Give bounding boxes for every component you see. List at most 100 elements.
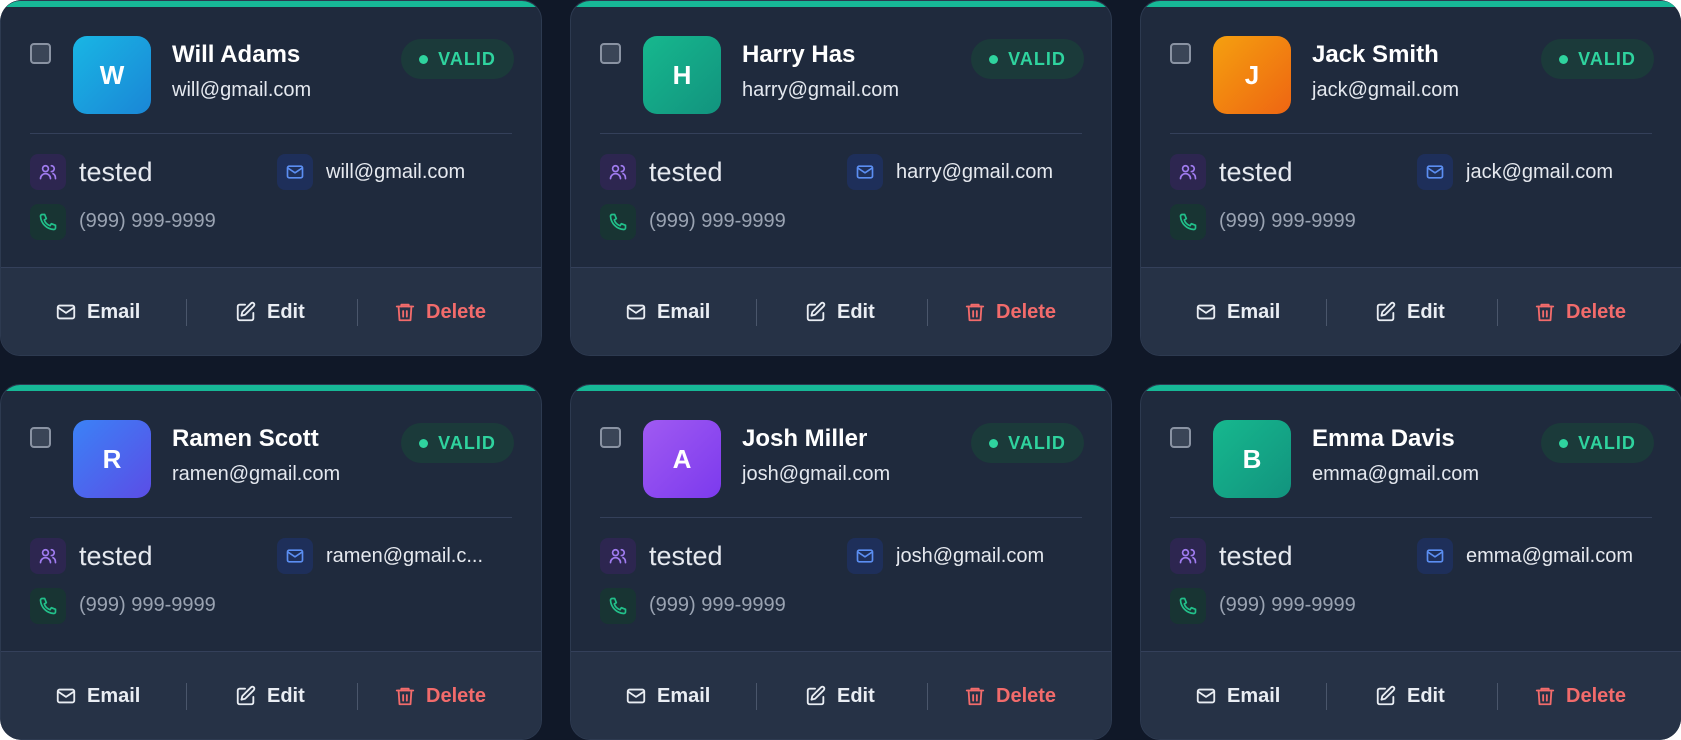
users-icon [600, 538, 636, 574]
avatar: J [1213, 36, 1291, 114]
edit-button[interactable]: Edit [1375, 268, 1445, 355]
trash-icon [965, 687, 985, 706]
select-checkbox[interactable] [1170, 43, 1191, 64]
contact-email-detail[interactable]: will@gmail.com [326, 161, 521, 184]
status-dot [989, 54, 999, 64]
email-button-label: Email [1227, 684, 1281, 707]
email-button-label: Email [657, 684, 711, 707]
contact-email-detail[interactable]: josh@gmail.com [896, 545, 1091, 568]
separator [756, 299, 757, 326]
contact-card: R Ramen Scott ramen@gmail.com VALID test… [0, 384, 542, 740]
edit-button-label: Edit [837, 300, 875, 323]
edit-button-label: Edit [1407, 684, 1445, 707]
status-label: VALID [1578, 432, 1636, 453]
email-button[interactable]: Email [625, 268, 710, 355]
mail-icon [1417, 154, 1453, 190]
contact-tag: tested [649, 157, 723, 187]
delete-button[interactable]: Delete [964, 652, 1057, 739]
delete-button-label: Delete [426, 300, 487, 323]
contact-name: Jack Smith [1312, 41, 1439, 68]
contact-email: harry@gmail.com [742, 79, 900, 101]
contact-phone[interactable]: (999) 999-9999 [1219, 594, 1356, 617]
delete-button[interactable]: Delete [964, 268, 1056, 355]
edit-button[interactable]: Edit [235, 652, 305, 739]
email-button[interactable]: Email [1195, 652, 1281, 739]
delete-button[interactable]: Delete [1534, 652, 1626, 739]
mail-icon [847, 154, 883, 190]
email-button-label: Email [1227, 300, 1281, 323]
contact-email-detail[interactable]: ramen@gmail.c... [326, 545, 521, 568]
select-checkbox[interactable] [30, 427, 51, 448]
pencil-square-icon [236, 685, 256, 706]
contact-email: josh@gmail.com [742, 463, 891, 485]
edit-button[interactable]: Edit [1375, 652, 1445, 739]
select-checkbox[interactable] [30, 43, 51, 64]
status-badge: VALID [971, 423, 1084, 463]
edit-button-label: Edit [1407, 300, 1445, 323]
phone-icon [30, 588, 66, 624]
contact-card: H Harry Has harry@gmail.com VALID tested… [570, 0, 1112, 356]
edit-button-label: Edit [837, 684, 875, 707]
trash-icon [395, 303, 415, 322]
edit-button-label: Edit [267, 684, 305, 707]
delete-button[interactable]: Delete [394, 268, 487, 355]
contact-email: jack@gmail.com [1312, 79, 1460, 101]
mail-icon [277, 538, 313, 574]
status-label: VALID [1578, 48, 1636, 69]
status-badge: VALID [401, 423, 514, 463]
email-button-label: Email [87, 684, 141, 707]
contact-phone[interactable]: (999) 999-9999 [649, 210, 786, 233]
email-button[interactable]: Email [55, 652, 141, 739]
contact-phone[interactable]: (999) 999-9999 [1219, 210, 1356, 233]
divider [600, 517, 1082, 518]
divider [30, 133, 512, 134]
status-dot [989, 438, 999, 448]
divider [1170, 517, 1652, 518]
select-checkbox[interactable] [600, 43, 621, 64]
mail-icon [1417, 538, 1453, 574]
card-actions: Email Edit Delete [1141, 267, 1681, 355]
delete-button-label: Delete [1566, 300, 1627, 323]
users-icon [30, 154, 66, 190]
separator [927, 683, 928, 710]
contact-email-detail[interactable]: emma@gmail.com [1466, 545, 1661, 568]
select-checkbox[interactable] [600, 427, 621, 448]
pencil-square-icon [806, 685, 826, 706]
contact-email-detail[interactable]: jack@gmail.com [1466, 161, 1661, 184]
contact-card: W Will Adams will@gmail.com VALID tested… [0, 0, 542, 356]
status-badge: VALID [1541, 423, 1654, 463]
trash-icon [1535, 687, 1555, 706]
status-label: VALID [1008, 48, 1066, 69]
separator [1497, 299, 1498, 326]
mail-icon [56, 688, 76, 704]
email-button[interactable]: Email [625, 652, 711, 739]
phone-icon [1170, 204, 1206, 240]
pencil-square-icon [1376, 301, 1396, 322]
divider [30, 517, 512, 518]
email-button[interactable]: Email [1195, 268, 1281, 355]
email-button[interactable]: Email [55, 268, 141, 355]
delete-button-label: Delete [996, 684, 1057, 707]
pencil-square-icon [236, 301, 256, 322]
contact-phone[interactable]: (999) 999-9999 [79, 210, 216, 233]
users-icon [1170, 154, 1206, 190]
delete-button[interactable]: Delete [394, 652, 486, 739]
edit-button[interactable]: Edit [805, 268, 875, 355]
status-dot [1559, 438, 1569, 448]
contact-name: Will Adams [172, 41, 301, 68]
contact-tag: tested [79, 541, 153, 571]
contact-email-detail[interactable]: harry@gmail.com [896, 161, 1091, 184]
contact-email: will@gmail.com [172, 79, 312, 101]
select-checkbox[interactable] [1170, 427, 1191, 448]
edit-button[interactable]: Edit [235, 268, 305, 355]
email-button-label: Email [87, 300, 141, 323]
contact-phone[interactable]: (999) 999-9999 [79, 594, 216, 617]
separator [186, 683, 187, 710]
edit-button[interactable]: Edit [805, 652, 875, 739]
delete-button[interactable]: Delete [1534, 268, 1627, 355]
mail-icon [1196, 304, 1216, 320]
trash-icon [395, 687, 415, 706]
contacts-view: W Will Adams will@gmail.com VALID tested… [0, 0, 1681, 740]
contact-phone[interactable]: (999) 999-9999 [649, 594, 786, 617]
status-badge: VALID [401, 39, 514, 79]
